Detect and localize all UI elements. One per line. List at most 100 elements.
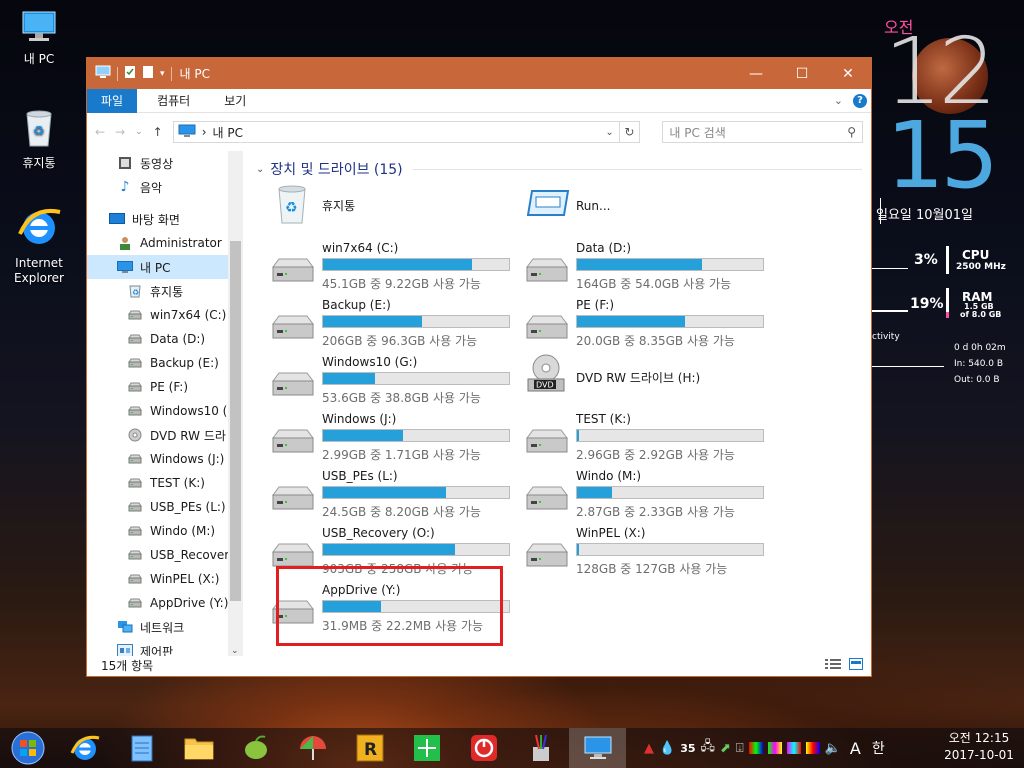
address-dropdown-icon[interactable]: ⌄: [601, 127, 619, 138]
ime-a[interactable]: A: [850, 739, 861, 758]
up-icon[interactable]: ↑: [153, 125, 163, 139]
collapse-chevron-icon[interactable]: ⌄: [256, 164, 264, 175]
drive-tile[interactable]: Windows (J:) 2.99GB 중 1.71GB 사용 가능: [270, 412, 520, 464]
my-pc-taskbar-icon[interactable]: [569, 728, 626, 768]
tray-color-icon-4[interactable]: [805, 742, 820, 754]
usage-fill: [577, 316, 685, 327]
desktop-icon: [109, 213, 125, 225]
nav-item[interactable]: Data (D:): [87, 327, 243, 351]
details-view-icon[interactable]: [825, 658, 841, 673]
nav-item[interactable]: 바탕 화면: [87, 207, 243, 231]
drive-tile[interactable]: Windo (M:) 2.87GB 중 2.33GB 사용 가능: [524, 469, 774, 521]
forward-icon[interactable]: →: [115, 125, 125, 139]
drive-space-info: 2.99GB 중 1.71GB 사용 가능: [322, 448, 481, 462]
close-button[interactable]: ✕: [825, 58, 871, 89]
drive-tile[interactable]: WinPEL (X:) 128GB 중 127GB 사용 가능: [524, 526, 774, 578]
explorer-ie-icon[interactable]: [56, 728, 113, 768]
drive-tile[interactable]: win7x64 (C:) 45.1GB 중 9.22GB 사용 가능: [270, 241, 520, 293]
nav-scrollbar[interactable]: ⌄: [228, 151, 243, 656]
tab-view[interactable]: 보기: [210, 89, 260, 113]
umbrella-icon[interactable]: [284, 728, 341, 768]
nav-item[interactable]: USB_PEs (L:): [87, 495, 243, 519]
help-icon[interactable]: ?: [853, 93, 867, 108]
usage-bar: [322, 543, 510, 556]
group-header[interactable]: ⌄ 장치 및 드라이브 (15): [256, 159, 862, 179]
back-icon[interactable]: ←: [95, 125, 105, 139]
nav-item[interactable]: ♪ 음악: [87, 175, 243, 199]
taskbar-clock[interactable]: 오전 12:15 2017-10-01: [936, 730, 1022, 764]
r-app-icon[interactable]: R: [341, 728, 398, 768]
drive-tile[interactable]: Data (D:) 164GB 중 54.0GB 사용 가능: [524, 241, 774, 293]
tiles-view-icon[interactable]: [849, 657, 863, 673]
drive-tile[interactable]: USB_PEs (L:) 24.5GB 중 8.20GB 사용 가능: [270, 469, 520, 521]
tray-badge[interactable]: 35: [680, 742, 695, 755]
nav-item[interactable]: USB_Recovery: [87, 543, 243, 567]
tray-arrow-icon[interactable]: ▲: [644, 741, 654, 756]
volume-icon[interactable]: 🔈: [825, 741, 841, 756]
power-app-icon[interactable]: [455, 728, 512, 768]
notepad-icon[interactable]: [113, 728, 170, 768]
usage-bar: [322, 258, 510, 271]
dvd-tile[interactable]: DVD DVD RW 드라이브 (H:): [524, 354, 774, 407]
nav-item[interactable]: win7x64 (C:): [87, 303, 243, 327]
nav-item[interactable]: Windows (J:): [87, 447, 243, 471]
nav-item[interactable]: 동영상: [87, 151, 243, 175]
nav-item[interactable]: DVD RW 드라: [87, 423, 243, 447]
desktop-icon-ie[interactable]: Internet Explorer: [4, 204, 74, 286]
tray-green-icon[interactable]: ⬈: [720, 741, 731, 756]
properties-icon[interactable]: [124, 65, 136, 82]
nav-item-label: Data (D:): [150, 332, 206, 346]
new-folder-icon[interactable]: [142, 65, 154, 82]
tray-network-icon[interactable]: 🖧: [701, 737, 716, 759]
nav-item[interactable]: Windo (M:): [87, 519, 243, 543]
drive-tile[interactable]: Windows10 (G:) 53.6GB 중 38.8GB 사용 가능: [270, 355, 520, 407]
minimize-button[interactable]: —: [733, 58, 779, 89]
recent-dropdown-icon[interactable]: ⌄: [135, 127, 143, 137]
drive-tile[interactable]: PE (F:) 20.0GB 중 8.35GB 사용 가능: [524, 298, 774, 350]
network-icon: [117, 620, 133, 634]
nav-item-label: win7x64 (C:): [150, 308, 227, 322]
tray-color-icon-2[interactable]: [767, 742, 782, 754]
run-tile[interactable]: Run...: [524, 187, 774, 239]
nav-item[interactable]: PE (F:): [87, 375, 243, 399]
nav-item[interactable]: Backup (E:): [87, 351, 243, 375]
tab-file[interactable]: 파일: [87, 88, 138, 113]
nav-item[interactable]: WinPEL (X:): [87, 567, 243, 591]
nav-item[interactable]: 네트워크: [87, 615, 243, 639]
title-bar[interactable]: ▾ 내 PC — ☐ ✕: [87, 58, 871, 89]
search-input[interactable]: 내 PC 검색 ⚲: [662, 121, 864, 143]
drive-tile[interactable]: Backup (E:) 206GB 중 96.3GB 사용 가능: [270, 298, 520, 350]
drive-name: Run...: [576, 199, 611, 213]
tray-color-icon-3[interactable]: [786, 742, 801, 754]
desktop-icon-my-pc[interactable]: 내 PC: [4, 10, 74, 67]
maximize-button[interactable]: ☐: [779, 58, 825, 89]
refresh-button[interactable]: ↻: [618, 121, 641, 143]
folder-icon[interactable]: [170, 728, 227, 768]
brush-app-icon[interactable]: [512, 728, 569, 768]
tray-drop-icon[interactable]: 💧: [659, 741, 675, 756]
group-title: 장치 및 드라이브 (15): [270, 162, 403, 178]
expand-ribbon-icon[interactable]: ⌄: [834, 94, 843, 107]
address-bar[interactable]: › 내 PC ⌄: [172, 121, 620, 143]
qat-dropdown-icon[interactable]: ▾: [160, 69, 165, 79]
tray-usb-icon[interactable]: ⍗: [736, 741, 744, 756]
nav-item[interactable]: ♻ 휴지통: [87, 279, 243, 303]
nav-item[interactable]: TEST (K:): [87, 471, 243, 495]
tab-computer[interactable]: 컴퓨터: [137, 89, 210, 113]
drive-space-info: 45.1GB 중 9.22GB 사용 가능: [322, 277, 481, 291]
start-button[interactable]: [0, 728, 56, 768]
address-path[interactable]: 내 PC: [213, 124, 243, 141]
desktop-icon-recycle-bin[interactable]: ♻ 휴지통: [4, 108, 74, 171]
ime-hangul[interactable]: 한: [872, 738, 885, 758]
nav-item[interactable]: Administrator: [87, 231, 243, 255]
recycle-bin-tile[interactable]: ♻ 휴지통: [270, 185, 520, 239]
lime-icon[interactable]: [227, 728, 284, 768]
green-app-icon[interactable]: [398, 728, 455, 768]
nav-item[interactable]: AppDrive (Y:): [87, 591, 243, 615]
nav-item[interactable]: 내 PC: [87, 255, 243, 279]
tray-color-icon-1[interactable]: [748, 742, 763, 754]
ie-icon: [4, 204, 74, 253]
nav-item[interactable]: Windows10 (G: [87, 399, 243, 423]
drive-tile[interactable]: TEST (K:) 2.96GB 중 2.92GB 사용 가능: [524, 412, 774, 464]
nav-scroll-thumb[interactable]: [230, 241, 241, 601]
